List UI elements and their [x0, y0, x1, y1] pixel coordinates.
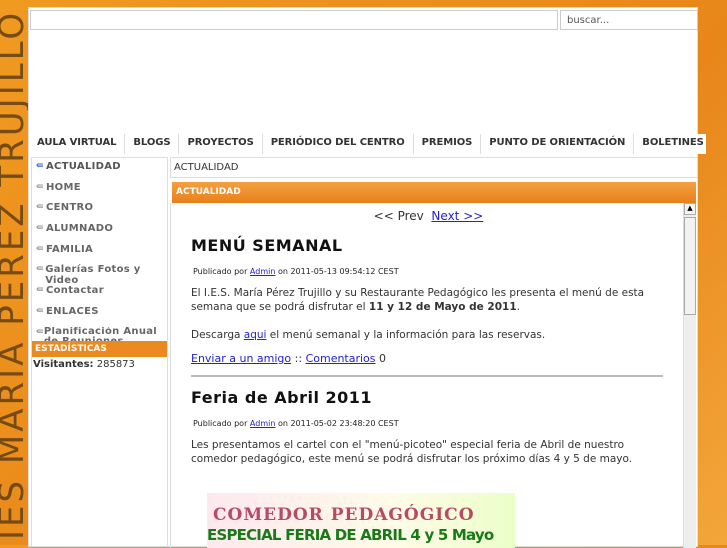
- arrow-icon: ⇚: [36, 181, 44, 192]
- scroll-up-icon[interactable]: ▲: [684, 203, 696, 215]
- post-body: El I.E.S. María Pérez Trujillo y su Rest…: [191, 287, 645, 313]
- sidebar-item-label: ACTUALIDAD: [46, 161, 121, 172]
- nav-proyectos[interactable]: PROYECTOS: [179, 134, 263, 154]
- post-meta: Publicado por Admin on 2011-05-13 09:54:…: [193, 267, 399, 276]
- sidebar-item-galerias[interactable]: ⇚ Galerías Fotos y Video: [32, 264, 167, 287]
- nav-punto-orientacion[interactable]: PUNTO DE ORIENTACIÓN: [481, 134, 635, 154]
- divider: [191, 375, 663, 377]
- nav-boletines[interactable]: BOLETINES: [634, 134, 705, 154]
- arrow-icon: ⇚: [36, 305, 44, 316]
- arrow-icon: ⇚: [36, 285, 44, 296]
- sidebar: ⇚ ACTUALIDAD ⇚ HOME ⇚ CENTRO ⇚ ALUMNADO ⇚ FAM…: [31, 157, 168, 547]
- post-meta: Publicado por Admin on 2011-05-02 23:48:…: [193, 419, 399, 428]
- arrow-icon: ⇚: [36, 243, 44, 254]
- news-scroll-area: << Prev Next >> MENÚ SEMANAL Publicado p…: [170, 203, 698, 548]
- nav-premios[interactable]: PREMIOS: [414, 134, 482, 154]
- sidebar-item-label: CENTRO: [46, 202, 94, 214]
- sidebar-item-label: HOME: [46, 181, 81, 193]
- sidebar-item-label: ALUMNADO: [46, 223, 114, 235]
- next-link[interactable]: Next >>: [431, 209, 483, 223]
- post-actions: Enviar a un amigo :: Comentarios 0: [191, 352, 387, 365]
- author-link[interactable]: Admin: [250, 267, 276, 276]
- feria-poster-image: COMEDOR PEDAGÓGICO ESPECIAL FERIA DE ABR…: [207, 493, 515, 548]
- post-title: Feria de Abril 2011: [191, 388, 373, 407]
- visitors-counter: Visitantes: 285873: [33, 358, 135, 370]
- page-panel: buscar... AULA VIRTUAL BLOGS PROYECTOS P…: [28, 7, 706, 548]
- scroll-thumb[interactable]: [684, 217, 696, 315]
- sidebar-item-label: Planificación Anual de Reuniones: [43, 326, 158, 341]
- nav-blogs[interactable]: BLOGS: [125, 134, 180, 154]
- nav-aula-virtual[interactable]: AULA VIRTUAL: [29, 134, 126, 154]
- arrow-icon: ⇚: [36, 161, 44, 171]
- post-body: Les presentamos el cartel con el "menú-p…: [191, 439, 633, 465]
- sidebar-item-centro[interactable]: ⇚ CENTRO: [32, 202, 167, 223]
- post-title: MENÚ SEMANAL: [191, 236, 343, 255]
- send-to-friend-link[interactable]: Enviar a un amigo: [191, 352, 291, 365]
- top-empty-field[interactable]: [30, 10, 558, 30]
- nav-periodico[interactable]: PERIÓDICO DEL CENTRO: [263, 134, 414, 154]
- arrow-icon: ⇚: [36, 202, 44, 213]
- sidebar-item-home[interactable]: ⇚ HOME: [32, 182, 167, 203]
- sidebar-item-label: Galerías Fotos y Video: [45, 264, 141, 287]
- sidebar-item-alumnado[interactable]: ⇚ ALUMNADO: [32, 223, 167, 244]
- sidebar-item-contactar[interactable]: ⇚ Contactar: [32, 285, 167, 306]
- sidebar-item-planificacion[interactable]: ⇚Planificación Anual de Reuniones: [32, 327, 167, 341]
- section-header: ACTUALIDAD: [172, 182, 696, 203]
- breadcrumb: ACTUALIDAD: [170, 157, 698, 178]
- sidebar-item-enlaces[interactable]: ⇚ ENLACES: [32, 306, 167, 327]
- arrow-icon: ⇚: [36, 326, 44, 337]
- arrow-icon: ⇚: [36, 264, 44, 275]
- scrollbar[interactable]: ▲: [683, 203, 696, 548]
- sidebar-item-label: Contactar: [46, 285, 104, 297]
- prev-label: << Prev: [373, 209, 424, 223]
- sidebar-item-label: ENLACES: [46, 305, 99, 317]
- download-link[interactable]: aqui: [244, 329, 267, 341]
- sidebar-item-label: FAMILIA: [46, 243, 94, 255]
- arrow-icon: ⇚: [36, 223, 44, 234]
- author-link[interactable]: Admin: [250, 419, 276, 428]
- pager: << Prev Next >>: [191, 209, 666, 223]
- post-body-download: Descarga aqui el menú semanal y la infor…: [191, 329, 546, 341]
- search-input[interactable]: buscar...: [560, 10, 698, 30]
- stats-header: ESTADÍSTICAS: [32, 340, 167, 357]
- sidebar-item-familia[interactable]: ⇚ FAMILIA: [32, 244, 167, 265]
- main-nav: AULA VIRTUAL BLOGS PROYECTOS PERIÓDICO D…: [29, 134, 706, 154]
- sidebar-item-actualidad[interactable]: ⇚ ACTUALIDAD: [32, 161, 167, 182]
- comments-link[interactable]: Comentarios: [306, 352, 376, 365]
